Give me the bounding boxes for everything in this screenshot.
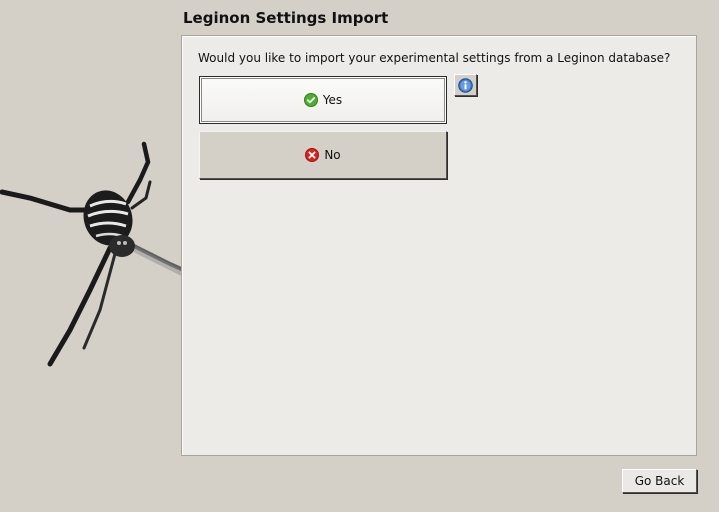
- yes-button-label: Yes: [322, 93, 343, 107]
- page-title: Leginon Settings Import: [183, 9, 389, 27]
- info-icon: [458, 77, 473, 93]
- go-back-button[interactable]: Go Back: [622, 469, 697, 493]
- no-button-label: No: [324, 148, 341, 162]
- x-circle-icon: [305, 148, 320, 162]
- main-panel: Would you like to import your experiment…: [181, 35, 697, 456]
- leginon-window: Leginon Settings Import Would you like t…: [0, 0, 719, 512]
- question-text: Would you like to import your experiment…: [198, 51, 671, 65]
- yes-button[interactable]: Yes: [199, 76, 447, 124]
- no-button[interactable]: No: [199, 131, 447, 179]
- check-circle-icon: [303, 93, 318, 107]
- info-button[interactable]: [454, 74, 477, 96]
